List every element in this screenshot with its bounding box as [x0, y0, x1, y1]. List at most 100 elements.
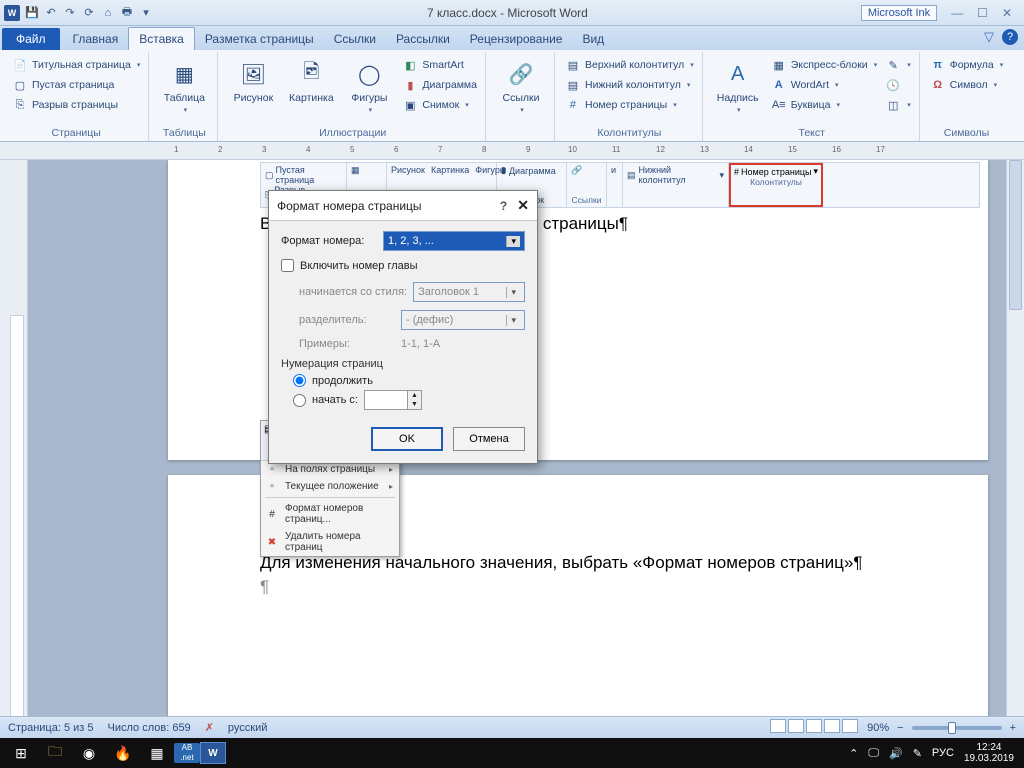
numeration-label: Нумерация страниц — [281, 358, 525, 370]
clipart-button[interactable]: 🖻Картинка — [284, 54, 338, 104]
explorer-icon[interactable]: 🗀 — [38, 740, 72, 766]
undo-icon[interactable]: ↶ — [43, 5, 59, 21]
status-language[interactable]: русский — [228, 722, 267, 734]
header-button[interactable]: ▤Верхний колонтитул — [563, 56, 696, 74]
status-page[interactable]: Страница: 5 из 5 — [8, 722, 94, 734]
tab-mailings[interactable]: Рассылки — [386, 28, 460, 50]
screenshot-button[interactable]: ▣Снимок — [400, 96, 479, 114]
ribbon-tabs: Файл Главная Вставка Разметка страницы С… — [0, 26, 1024, 50]
footer-button[interactable]: ▤Нижний колонтитул — [563, 76, 696, 94]
page-break-button[interactable]: ⎘Разрыв страницы — [10, 96, 142, 114]
start-at-spinner[interactable]: ▲▼ — [364, 390, 422, 410]
signature-button[interactable]: ✎ — [883, 56, 913, 74]
word-taskbar-icon[interactable]: W — [200, 742, 226, 764]
links-button[interactable]: 🔗Ссылки — [494, 54, 548, 114]
minimize-icon[interactable]: — — [951, 6, 963, 20]
tray-up-icon[interactable]: ⌃ — [849, 747, 858, 760]
textbox-button[interactable]: AНадпись — [711, 54, 765, 114]
tab-view[interactable]: Вид — [572, 28, 614, 50]
datetime-button[interactable]: 🕓 — [883, 76, 913, 94]
close-icon[interactable]: ✕ — [1002, 6, 1012, 20]
view-mode-icons[interactable] — [769, 719, 859, 736]
ribbon-minimize-icon[interactable]: ▽ — [984, 29, 994, 45]
include-chapter-input[interactable] — [281, 259, 294, 272]
calculator-icon[interactable]: ▦ — [140, 740, 174, 766]
starts-style-select: Заголовок 1▾ — [413, 282, 525, 302]
vertical-ruler[interactable] — [10, 315, 24, 738]
tray-language[interactable]: РУС — [932, 747, 954, 759]
start-at-radio[interactable] — [293, 394, 306, 407]
spin-up-icon[interactable]: ▲ — [408, 391, 421, 400]
spin-down-icon[interactable]: ▼ — [408, 400, 421, 409]
horizontal-ruler[interactable]: 123 456 789 101112 131415 1617 — [0, 142, 1024, 160]
vertical-scrollbar[interactable] — [1006, 160, 1024, 716]
help-icon[interactable]: ? — [1002, 29, 1018, 45]
ctx-format[interactable]: #Формат номеров страниц... — [261, 500, 399, 528]
cancel-button[interactable]: Отмена — [453, 427, 525, 451]
cover-page-button[interactable]: 📄Титульная страница — [10, 56, 142, 74]
dialog-close-icon[interactable]: ✕ — [517, 197, 529, 214]
ok-button[interactable]: OK — [371, 427, 443, 451]
zoom-slider[interactable] — [912, 726, 1002, 730]
page-number-button[interactable]: #Номер страницы — [563, 96, 696, 114]
tab-insert[interactable]: Вставка — [128, 27, 195, 50]
left-gutter — [0, 160, 28, 738]
group-text: AНадпись ▦Экспресс-блоки AWordArt A≡Букв… — [705, 52, 920, 141]
system-tray: ⌃ 🖵 🔊 ✎ РУС 12:24 19.03.2019 — [849, 742, 1020, 764]
chart-button[interactable]: ▮Диаграмма — [400, 76, 479, 94]
tab-file[interactable]: Файл — [2, 28, 60, 50]
wordart-button[interactable]: AWordArt — [769, 76, 879, 94]
tray-monitor-icon[interactable]: 🖵 — [868, 747, 879, 760]
tab-layout[interactable]: Разметка страницы — [195, 28, 324, 50]
tray-pen-icon[interactable]: ✎ — [913, 747, 922, 760]
abnet-icon[interactable]: АВ.net — [174, 743, 200, 763]
start-at-label: начать с: — [312, 394, 358, 406]
home-icon[interactable]: ⌂ — [100, 5, 116, 21]
status-proof-icon[interactable]: ✗ — [205, 721, 214, 734]
refresh-icon[interactable]: ⟳ — [81, 5, 97, 21]
wordart-icon: A — [771, 77, 787, 93]
quick-access-toolbar: 💾 ↶ ↷ ⟳ ⌂ 🖶 ▾ — [24, 5, 154, 21]
start-at-input[interactable] — [365, 391, 407, 409]
start-button[interactable]: ⊞ — [4, 740, 38, 766]
chrome-icon[interactable]: ◉ — [72, 740, 106, 766]
table-button[interactable]: ▦Таблица — [157, 54, 211, 114]
tab-references[interactable]: Ссылки — [324, 28, 386, 50]
examples-value: 1-1, 1-A — [401, 338, 440, 350]
zoom-level[interactable]: 90% — [867, 722, 889, 734]
maximize-icon[interactable]: ☐ — [977, 6, 988, 20]
tab-review[interactable]: Рецензирование — [460, 28, 573, 50]
qat-more-icon[interactable]: ▾ — [138, 5, 154, 21]
dialog-help-icon[interactable]: ? — [500, 199, 507, 213]
signature-icon: ✎ — [885, 57, 901, 73]
dropcap-button[interactable]: A≡Буквица — [769, 96, 879, 114]
status-words[interactable]: Число слов: 659 — [108, 722, 191, 734]
equation-button[interactable]: πФормула — [928, 56, 1006, 74]
scrollbar-thumb[interactable] — [1009, 160, 1022, 310]
print-icon[interactable]: 🖶 — [119, 5, 135, 21]
blank-page-button[interactable]: ▢Пустая страница — [10, 76, 142, 94]
dialog-titlebar[interactable]: Формат номера страницы ? ✕ — [269, 191, 537, 221]
tray-clock[interactable]: 12:24 19.03.2019 — [964, 742, 1014, 764]
symbol-button[interactable]: ΩСимвол — [928, 76, 1006, 94]
ctx-current[interactable]: ▫Текущее положение▸ — [261, 478, 399, 495]
ink-button[interactable]: Microsoft Ink — [861, 5, 937, 21]
redo-icon[interactable]: ↷ — [62, 5, 78, 21]
quickparts-button[interactable]: ▦Экспресс-блоки — [769, 56, 879, 74]
smartart-button[interactable]: ◧SmartArt — [400, 56, 479, 74]
shapes-button[interactable]: ◯Фигуры — [342, 54, 396, 114]
zoom-in-icon[interactable]: + — [1010, 722, 1016, 734]
include-chapter-checkbox[interactable]: Включить номер главы — [281, 259, 525, 272]
flame-icon[interactable]: 🔥 — [106, 740, 140, 766]
ctx-remove[interactable]: ✖Удалить номера страниц — [261, 528, 399, 556]
footer-icon: ▤ — [565, 77, 581, 93]
remove-icon: ✖ — [265, 535, 279, 549]
object-button[interactable]: ◫ — [883, 96, 913, 114]
tab-home[interactable]: Главная — [63, 28, 129, 50]
zoom-out-icon[interactable]: − — [897, 722, 903, 734]
picture-button[interactable]: 🖼Рисунок — [226, 54, 280, 104]
save-icon[interactable]: 💾 — [24, 5, 40, 21]
number-format-select[interactable]: 1, 2, 3, ...▾ — [383, 231, 525, 251]
continue-radio[interactable] — [293, 374, 306, 387]
tray-volume-icon[interactable]: 🔊 — [889, 747, 903, 760]
